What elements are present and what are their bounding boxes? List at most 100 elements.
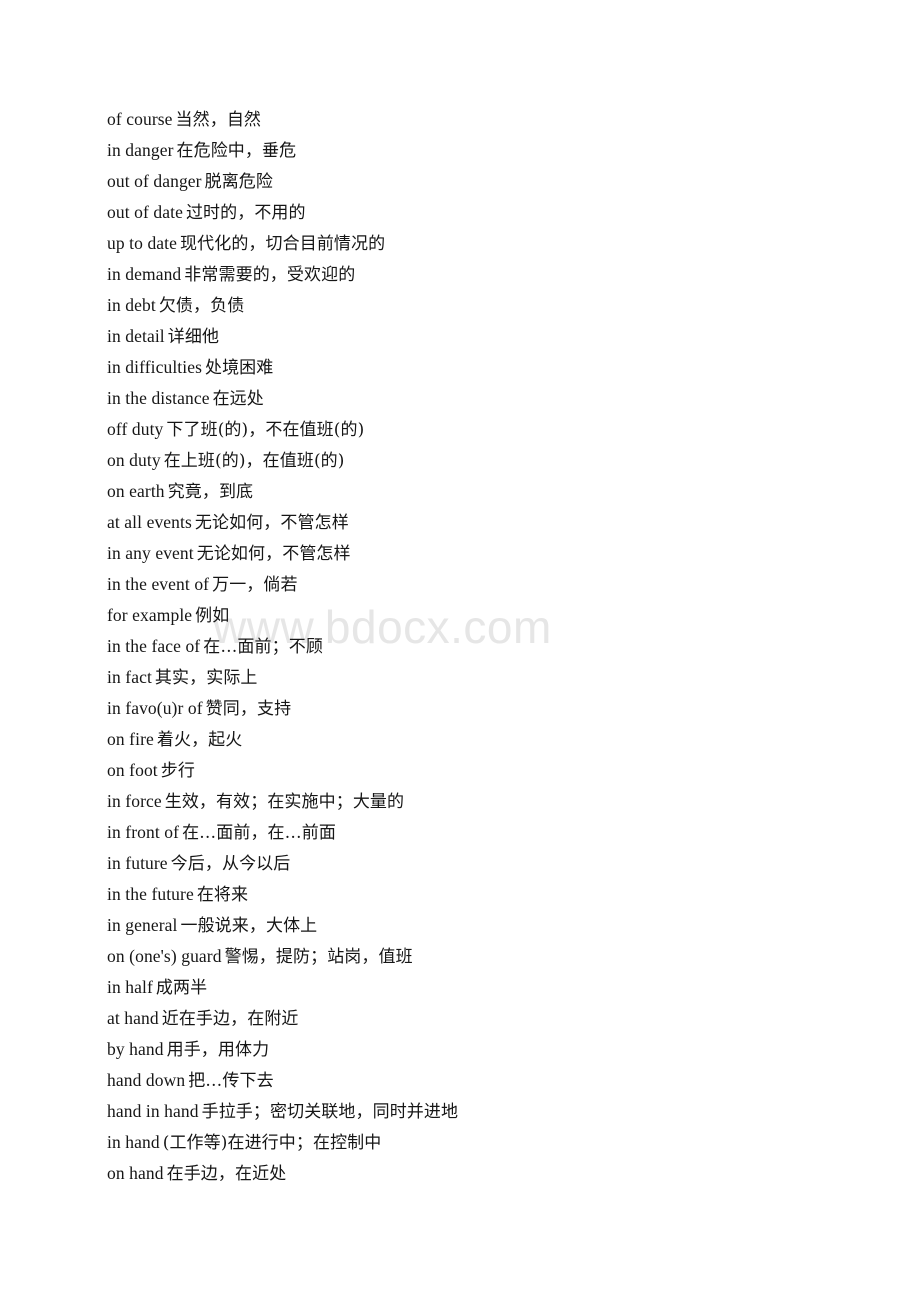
entry-gloss: 其实，实际上: [154, 668, 258, 688]
entry-term: in debt: [107, 295, 156, 315]
entry-term: on foot: [107, 760, 158, 780]
entry-gloss: 究竟，到底: [167, 482, 254, 502]
entry-term: up to date: [107, 233, 178, 253]
vocabulary-entry: at hand 近在手边，在附近: [107, 1003, 867, 1034]
entry-gloss: 在…面前，在…前面: [182, 823, 336, 843]
entry-gloss: 欠债，负债: [158, 296, 245, 316]
vocabulary-entry: out of date 过时的，不用的: [107, 197, 867, 228]
entry-term: on (one's) guard: [107, 946, 222, 966]
vocabulary-entry: on fire 着火，起火: [107, 724, 867, 755]
entry-gloss: 今后，从今以后: [170, 854, 291, 874]
entry-term: in force: [107, 791, 162, 811]
entry-term: in hand: [107, 1132, 160, 1152]
vocabulary-entry: in hand (工作等)在进行中；在控制中: [107, 1127, 867, 1158]
entry-gloss: 在上班(的)，在值班(的): [163, 451, 345, 471]
entry-term: hand down: [107, 1070, 186, 1090]
entry-term: out of danger: [107, 171, 202, 191]
entry-term: in the face of: [107, 636, 201, 656]
entry-gloss: 警惕，提防；站岗，值班: [224, 947, 413, 967]
entry-gloss: 手拉手；密切关联地，同时并进地: [201, 1102, 459, 1122]
vocabulary-entry: in fact 其实，实际上: [107, 662, 867, 693]
entry-term: off duty: [107, 419, 164, 439]
entry-gloss: 例如: [195, 606, 230, 626]
entry-gloss: 赞同，支持: [205, 699, 292, 719]
entry-gloss: 在手边，在近处: [166, 1164, 287, 1184]
entry-gloss: 在危险中，垂危: [176, 141, 297, 161]
entry-term: by hand: [107, 1039, 164, 1059]
vocabulary-entry: up to date 现代化的，切合目前情况的: [107, 228, 867, 259]
entry-term: on earth: [107, 481, 165, 501]
entry-gloss: 下了班(的)，不在值班(的): [166, 420, 365, 440]
entry-term: in the event of: [107, 574, 210, 594]
vocabulary-entry: in favo(u)r of 赞同，支持: [107, 693, 867, 724]
entry-term: in general: [107, 915, 178, 935]
entry-gloss: 把…传下去: [188, 1071, 274, 1091]
entry-gloss: (工作等)在进行中；在控制中: [162, 1133, 382, 1153]
entry-term: in front of: [107, 822, 180, 842]
entry-term: on fire: [107, 729, 154, 749]
entry-term: in future: [107, 853, 168, 873]
entry-term: at all events: [107, 512, 192, 532]
vocabulary-entry: of course 当然，自然: [107, 104, 867, 135]
entry-gloss: 详细他: [167, 327, 220, 347]
entry-gloss: 成两半: [155, 978, 208, 998]
entry-gloss: 步行: [160, 761, 195, 781]
vocabulary-entry: in half 成两半: [107, 972, 867, 1003]
vocabulary-entry: in detail 详细他: [107, 321, 867, 352]
vocabulary-entry: in any event 无论如何，不管怎样: [107, 538, 867, 569]
vocabulary-entry: in debt 欠债，负债: [107, 290, 867, 321]
vocabulary-entry: in front of 在…面前，在…前面: [107, 817, 867, 848]
entry-term: for example: [107, 605, 193, 625]
entry-term: in difficulties: [107, 357, 202, 377]
entry-gloss: 脱离危险: [204, 172, 274, 192]
entry-gloss: 过时的，不用的: [185, 203, 306, 223]
vocabulary-entry: in danger 在危险中，垂危: [107, 135, 867, 166]
entry-term: hand in hand: [107, 1101, 199, 1121]
vocabulary-entry: in the distance 在远处: [107, 383, 867, 414]
entry-term: on duty: [107, 450, 161, 470]
entry-gloss: 非常需要的，受欢迎的: [184, 265, 356, 285]
entry-gloss: 在远处: [212, 389, 264, 409]
vocabulary-entry: in the future 在将来: [107, 879, 867, 910]
entry-term: in the future: [107, 884, 194, 904]
entry-gloss: 万一，倘若: [212, 575, 298, 595]
entry-gloss: 生效，有效；在实施中；大量的: [164, 792, 405, 812]
vocabulary-entry: at all events 无论如何，不管怎样: [107, 507, 867, 538]
entry-gloss: 在将来: [196, 885, 249, 905]
vocabulary-entry: in demand 非常需要的，受欢迎的: [107, 259, 867, 290]
vocabulary-entry: for example 例如: [107, 600, 867, 631]
vocabulary-entry: in the event of 万一，倘若: [107, 569, 867, 600]
vocabulary-entry: on (one's) guard 警惕，提防；站岗，值班: [107, 941, 867, 972]
entry-term: of course: [107, 109, 173, 129]
document-page: www.bdocx.com of course 当然，自然 in danger 在危险…: [0, 0, 920, 1302]
entry-gloss: 着火，起火: [156, 730, 243, 750]
entry-gloss: 现代化的，切合目前情况的: [180, 234, 386, 254]
vocabulary-entry: in the face of 在…面前；不顾: [107, 631, 867, 662]
entry-gloss: 当然，自然: [175, 110, 262, 130]
entry-gloss: 处境困难: [204, 358, 274, 378]
entry-term: in the distance: [107, 388, 210, 408]
vocabulary-entry: on earth 究竟，到底: [107, 476, 867, 507]
entry-gloss: 近在手边，在附近: [161, 1009, 299, 1029]
vocabulary-entry: in general 一般说来，大体上: [107, 910, 867, 941]
vocabulary-entry: in difficulties 处境困难: [107, 352, 867, 383]
entry-gloss: 无论如何，不管怎样: [196, 544, 351, 564]
vocabulary-entry: on hand 在手边，在近处: [107, 1158, 867, 1189]
vocabulary-entry: off duty 下了班(的)，不在值班(的): [107, 414, 867, 445]
entry-term: in demand: [107, 264, 182, 284]
vocabulary-entry: out of danger 脱离危险: [107, 166, 867, 197]
vocabulary-entry: hand in hand 手拉手；密切关联地，同时并进地: [107, 1096, 867, 1127]
entry-gloss: 一般说来，大体上: [180, 916, 318, 936]
vocabulary-entry: on foot 步行: [107, 755, 867, 786]
entry-term: in danger: [107, 140, 174, 160]
entry-term: in fact: [107, 667, 152, 687]
entry-term: in favo(u)r of: [107, 698, 203, 718]
entry-gloss: 无论如何，不管怎样: [194, 513, 349, 533]
entry-term: in any event: [107, 543, 194, 563]
vocabulary-entry: hand down 把…传下去: [107, 1065, 867, 1096]
vocabulary-entry: in force 生效，有效；在实施中；大量的: [107, 786, 867, 817]
entry-term: on hand: [107, 1163, 164, 1183]
entry-term: at hand: [107, 1008, 159, 1028]
vocabulary-entry: by hand 用手，用体力: [107, 1034, 867, 1065]
vocabulary-entry: in future 今后，从今以后: [107, 848, 867, 879]
